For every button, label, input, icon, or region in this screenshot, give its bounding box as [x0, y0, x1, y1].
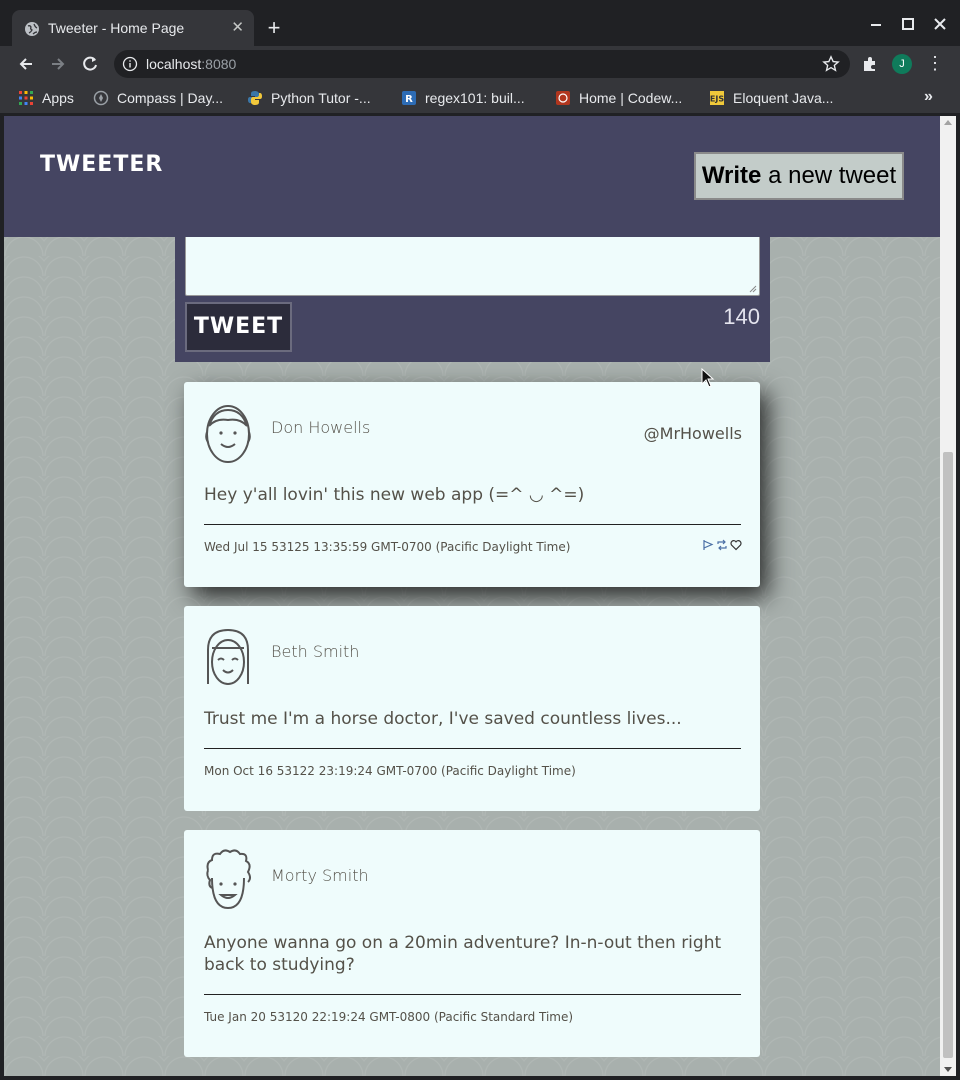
python-icon — [248, 91, 262, 105]
close-window-icon[interactable] — [930, 14, 950, 34]
author-name: Morty Smith — [271, 866, 369, 885]
ejs-icon: EJS — [710, 91, 724, 105]
tweet-divider — [204, 748, 741, 749]
write-new-tweet-button[interactable]: Write a new tweet — [694, 152, 904, 200]
author-handle: @MrHowells — [643, 424, 742, 443]
resize-grip-icon[interactable] — [749, 285, 757, 293]
retweet-icon[interactable] — [716, 539, 728, 551]
compass-icon — [93, 90, 109, 106]
regex101-icon: R — [402, 91, 416, 105]
forward-icon[interactable] — [48, 54, 68, 74]
tweet-text: Hey y'all lovin' this new web app (=^ ◡ … — [204, 485, 585, 505]
man-face-avatar — [205, 405, 251, 463]
tab-close-icon[interactable]: ✕ — [231, 19, 244, 37]
tweet-divider — [204, 994, 741, 995]
url-text: localhost:8080 — [146, 56, 237, 72]
tab-title: Tweeter - Home Page — [48, 20, 185, 36]
tweet-submit-button[interactable]: TWEET — [185, 302, 292, 352]
tweet-timestamp: Wed Jul 15 53125 13:35:59 GMT-0700 (Paci… — [204, 540, 571, 554]
bookmark-label: Home | Codew... — [579, 90, 683, 106]
author-name: Beth Smith — [271, 642, 360, 661]
tab-tweeter[interactable]: Tweeter - Home Page ✕ — [12, 10, 254, 46]
globe-icon — [25, 22, 39, 36]
page-viewport: TWEETER Write a new tweet TWEET 140 Don … — [4, 116, 940, 1076]
mouse-pointer-icon — [701, 368, 715, 388]
author-name: Don Howells — [271, 418, 371, 437]
bookmark-compass[interactable]: Compass | Day... — [93, 89, 223, 107]
apps-grid-icon — [19, 91, 33, 105]
tab-strip: Tweeter - Home Page ✕ + — [0, 0, 960, 46]
tweet-actions — [702, 539, 742, 551]
tweet-card: Don Howells @MrHowells Hey y'all lovin' … — [184, 382, 760, 587]
tweet-card: Morty Smith Anyone wanna go on a 20min a… — [184, 830, 760, 1057]
curly-hair-avatar — [206, 849, 251, 910]
vertical-scrollbar[interactable] — [940, 116, 956, 1076]
bookmark-label: Apps — [42, 90, 74, 106]
bookmark-regex101[interactable]: R regex101: buil... — [401, 89, 525, 107]
info-icon[interactable] — [122, 56, 138, 72]
svg-text:EJS: EJS — [710, 95, 724, 104]
scrollbar-thumb[interactable] — [943, 452, 953, 1058]
bookmark-label: Eloquent Java... — [733, 90, 834, 106]
extensions-puzzle-icon[interactable] — [860, 54, 880, 74]
tweet-text: Trust me I'm a horse doctor, I've saved … — [204, 709, 682, 729]
bookmark-label: Compass | Day... — [117, 90, 224, 106]
tweet-timestamp: Mon Oct 16 53122 23:19:24 GMT-0700 (Paci… — [204, 764, 576, 778]
bookmark-codewars[interactable]: Home | Codew... — [555, 89, 682, 107]
back-icon[interactable] — [16, 54, 36, 74]
tweet-card: Beth Smith Trust me I'm a horse doctor, … — [184, 606, 760, 811]
tweet-text: Anyone wanna go on a 20min adventure? In… — [204, 933, 722, 975]
maximize-icon[interactable] — [898, 14, 918, 34]
bookmark-label: regex101: buil... — [425, 90, 525, 106]
heart-icon[interactable] — [730, 539, 742, 551]
profile-avatar[interactable]: J — [892, 54, 912, 74]
bookmark-star-icon[interactable] — [822, 55, 840, 73]
minimize-icon[interactable] — [866, 14, 886, 34]
tweet-timestamp: Tue Jan 20 53120 22:19:24 GMT-0800 (Paci… — [204, 1010, 574, 1024]
woman-face-avatar — [207, 628, 249, 685]
flag-icon[interactable] — [702, 539, 714, 551]
character-counter: 140 — [723, 304, 760, 329]
chrome-menu-icon[interactable]: ⋮ — [926, 54, 944, 74]
new-tab-icon[interactable]: + — [262, 17, 286, 41]
bookmarks-bar: Apps Compass | Day... Python Tutor -... … — [0, 82, 960, 114]
site-header: TWEETER Write a new tweet — [4, 116, 940, 237]
bookmark-eloquent-javascript[interactable]: EJS Eloquent Java... — [709, 89, 834, 107]
codewars-icon — [556, 91, 570, 105]
scroll-up-arrow-icon[interactable] — [944, 120, 952, 125]
navigation-bar: localhost:8080 J ⋮ — [0, 46, 960, 82]
svg-text:R: R — [405, 94, 413, 105]
more-bookmarks-icon[interactable]: » — [924, 88, 933, 106]
address-bar[interactable]: localhost:8080 — [114, 50, 850, 78]
bookmark-label: Python Tutor -... — [271, 90, 371, 106]
site-logo[interactable]: TWEETER — [40, 152, 163, 177]
window-frame — [956, 116, 960, 1080]
window-frame — [0, 1076, 960, 1080]
tweet-divider — [204, 524, 741, 525]
scroll-down-arrow-icon[interactable] — [944, 1067, 952, 1072]
bookmark-apps[interactable]: Apps — [18, 89, 74, 107]
new-tweet-form: TWEET 140 — [175, 216, 770, 362]
reload-icon[interactable] — [80, 54, 100, 74]
bookmark-python-tutor[interactable]: Python Tutor -... — [247, 89, 371, 107]
